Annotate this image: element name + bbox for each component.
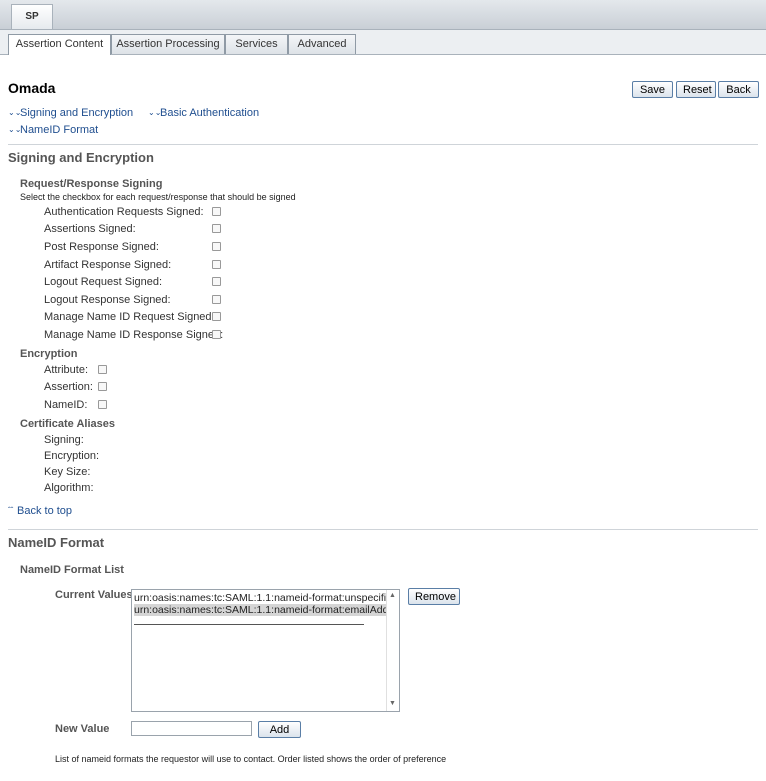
group-title-certificate-aliases: Certificate Aliases bbox=[20, 418, 115, 430]
section-title-signing: Signing and Encryption bbox=[8, 150, 154, 165]
checkbox-manage-nameid-request-signed[interactable] bbox=[212, 312, 221, 321]
tab-assertion-content[interactable]: Assertion Content bbox=[8, 34, 111, 55]
reset-button[interactable]: Reset bbox=[676, 81, 716, 98]
checkbox-encrypt-nameid[interactable] bbox=[98, 400, 107, 409]
label-encrypt-nameid: NameID: bbox=[44, 399, 88, 411]
label-auth-requests-signed: Authentication Requests Signed: bbox=[44, 206, 204, 218]
list-item-selected[interactable]: urn:oasis:names:tc:SAML:1.1:nameid-forma… bbox=[134, 604, 387, 616]
chevron-double-up-icon: ˆˆ bbox=[8, 506, 14, 515]
checkbox-logout-request-signed[interactable] bbox=[212, 277, 221, 286]
label-logout-request-signed: Logout Request Signed: bbox=[44, 276, 163, 288]
list-separator bbox=[134, 624, 364, 625]
back-to-top-label: Back to top bbox=[17, 505, 73, 517]
help-text-signing: Select the checkbox for each request/res… bbox=[20, 192, 296, 202]
group-title-request-response: Request/Response Signing bbox=[20, 178, 163, 190]
label-encryption-alias: Encryption: bbox=[44, 450, 100, 462]
label-assertions-signed: Assertions Signed: bbox=[44, 223, 136, 235]
page-title: Omada bbox=[8, 80, 56, 96]
tab-sp[interactable]: SP bbox=[11, 4, 53, 29]
list-item[interactable]: urn:oasis:names:tc:SAML:1.1:nameid-forma… bbox=[134, 592, 387, 604]
chevron-double-down-icon: ⌄⌄ bbox=[8, 125, 22, 134]
label-signing-alias: Signing: bbox=[44, 434, 84, 446]
label-post-response-signed: Post Response Signed: bbox=[44, 241, 159, 253]
top-tab-bar bbox=[0, 0, 766, 30]
section-title-nameid: NameID Format bbox=[8, 535, 105, 550]
jump-link-signing-label: Signing and Encryption bbox=[20, 107, 134, 119]
label-key-size: Key Size: bbox=[44, 466, 91, 478]
new-value-input[interactable] bbox=[131, 721, 252, 736]
checkbox-encrypt-assertion[interactable] bbox=[98, 382, 107, 391]
checkbox-assertions-signed[interactable] bbox=[212, 224, 221, 233]
tab-assertion-processing[interactable]: Assertion Processing bbox=[111, 34, 225, 54]
group-title-encryption: Encryption bbox=[20, 348, 78, 360]
scroll-down-icon[interactable]: ▼ bbox=[389, 700, 396, 707]
label-manage-nameid-request-signed: Manage Name ID Request Signed: bbox=[44, 311, 215, 323]
jump-link-signing[interactable]: ⌄⌄Signing and Encryption bbox=[8, 107, 133, 119]
label-artifact-response-signed: Artifact Response Signed: bbox=[44, 259, 172, 271]
checkbox-artifact-response-signed[interactable] bbox=[212, 260, 221, 269]
checkbox-manage-nameid-response-signed[interactable] bbox=[212, 330, 221, 339]
jump-link-nameid-label: NameID Format bbox=[20, 124, 99, 136]
label-algorithm: Algorithm: bbox=[44, 482, 94, 494]
chevron-double-down-icon: ⌄⌄ bbox=[8, 108, 22, 117]
checkbox-logout-response-signed[interactable] bbox=[212, 295, 221, 304]
checkbox-encrypt-attribute[interactable] bbox=[98, 365, 107, 374]
add-button[interactable]: Add bbox=[258, 721, 301, 738]
divider bbox=[8, 144, 758, 145]
label-current-values: Current Values bbox=[55, 589, 133, 601]
checkbox-auth-requests-signed[interactable] bbox=[212, 207, 221, 216]
scroll-up-icon[interactable]: ▲ bbox=[389, 592, 396, 599]
back-button[interactable]: Back bbox=[718, 81, 759, 98]
label-manage-nameid-response-signed: Manage Name ID Response Signed: bbox=[44, 329, 224, 341]
chevron-double-down-icon: ⌄⌄ bbox=[148, 108, 162, 117]
label-new-value: New Value bbox=[55, 723, 110, 735]
nameid-values-listbox[interactable]: urn:oasis:names:tc:SAML:1.1:nameid-forma… bbox=[131, 589, 400, 712]
remove-button[interactable]: Remove bbox=[408, 588, 460, 605]
label-encrypt-attribute: Attribute: bbox=[44, 364, 89, 376]
jump-link-basic-auth-label: Basic Authentication bbox=[160, 107, 260, 119]
tab-services[interactable]: Services bbox=[225, 34, 288, 54]
group-title-nameid-list: NameID Format List bbox=[20, 564, 124, 576]
listbox-scrollbar[interactable]: ▲ ▼ bbox=[386, 590, 399, 711]
checkbox-post-response-signed[interactable] bbox=[212, 242, 221, 251]
label-logout-response-signed: Logout Response Signed: bbox=[44, 294, 171, 306]
back-to-top-link[interactable]: ˆˆ Back to top bbox=[8, 505, 72, 517]
jump-link-nameid[interactable]: ⌄⌄NameID Format bbox=[8, 124, 98, 136]
divider bbox=[8, 529, 758, 530]
jump-link-basic-auth[interactable]: ⌄⌄Basic Authentication bbox=[148, 107, 259, 119]
tab-advanced[interactable]: Advanced bbox=[288, 34, 356, 54]
label-encrypt-assertion: Assertion: bbox=[44, 381, 93, 393]
nameid-help-text: List of nameid formats the requestor wil… bbox=[55, 754, 447, 764]
save-button[interactable]: Save bbox=[632, 81, 673, 98]
